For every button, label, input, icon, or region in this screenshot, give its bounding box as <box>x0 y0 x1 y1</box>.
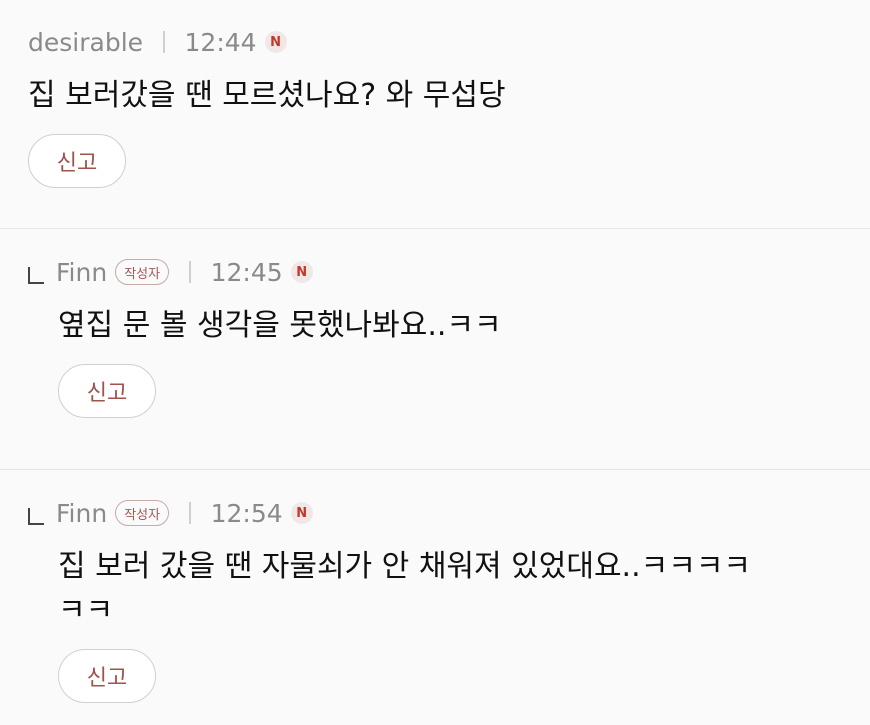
comment-text: 옆집 문 볼 생각을 못했나봐요..ㅋㅋ <box>58 308 502 343</box>
reply-item: Finn 작성자 12:54 N 집 보러 갔을 땐 자물쇠가 안 채워져 있었… <box>0 470 870 725</box>
comment-meta: desirable 12:44 N <box>28 24 870 60</box>
author-badge: 작성자 <box>115 259 170 285</box>
report-button[interactable]: 신고 <box>58 649 156 703</box>
report-button[interactable]: 신고 <box>58 364 156 418</box>
comment-time: 12:45 <box>210 257 283 287</box>
meta-divider <box>189 502 191 524</box>
comment-text-line: ㅋㅋ <box>58 593 114 628</box>
comment-time: 12:54 <box>210 498 283 528</box>
reply-arrow-icon <box>28 507 44 525</box>
meta-divider <box>189 261 191 283</box>
report-button[interactable]: 신고 <box>28 134 126 188</box>
new-n-icon: N <box>290 502 313 524</box>
author-badge: 작성자 <box>115 500 170 526</box>
comment-text: 집 보러 갔을 땐 자물쇠가 안 채워져 있었대요..ㅋㅋㅋㅋ ㅋㅋ <box>0 545 870 633</box>
reply-arrow-icon <box>28 266 44 284</box>
comment-author[interactable]: Finn <box>56 258 107 287</box>
new-n-icon: N <box>290 261 313 283</box>
comment-time: 12:44 <box>184 27 257 57</box>
comment-text: 집 보러갔을 땐 모르셨나요? 와 무섭당 <box>28 78 506 113</box>
reply-item: Finn 작성자 12:45 N 옆집 문 볼 생각을 못했나봐요..ㅋㅋ 신고 <box>0 229 870 470</box>
new-n-icon: N <box>264 31 287 53</box>
meta-divider <box>163 31 165 53</box>
comment-author[interactable]: desirable <box>28 28 143 57</box>
comment-meta: Finn 작성자 12:45 N <box>0 254 870 290</box>
comment-meta: Finn 작성자 12:54 N <box>0 495 870 531</box>
comment-text-line: 집 보러 갔을 땐 자물쇠가 안 채워져 있었대요..ㅋㅋㅋㅋ <box>58 549 752 584</box>
comment-author[interactable]: Finn <box>56 499 107 528</box>
comment-item: desirable 12:44 N 집 보러갔을 땐 모르셨나요? 와 무섭당 … <box>0 0 870 229</box>
